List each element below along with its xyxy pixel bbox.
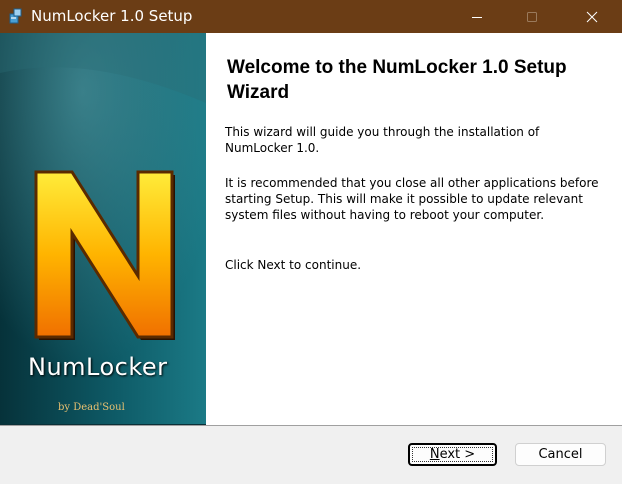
close-button[interactable] [565,0,619,33]
product-name: NumLocker [28,353,168,381]
window-title: NumLocker 1.0 Setup [31,7,193,25]
page-title: Welcome to the NumLocker 1.0 Setup Wizar… [227,57,567,103]
numlocker-logo-mark [34,170,175,340]
maximize-icon [526,11,538,23]
focus-ring [412,447,493,462]
footer-divider [0,425,622,426]
minimize-button[interactable] [450,0,504,33]
close-icon [586,11,598,23]
author-credit: by Dead'Soul [58,402,125,413]
intro-paragraph: This wizard will guide you through the i… [225,125,540,155]
title-bar[interactable]: NumLocker 1.0 Setup [0,0,622,33]
recommendation-paragraph: It is recommended that you close all oth… [225,176,599,222]
wizard-banner: NumLocker by Dead'Soul [0,33,206,426]
cancel-button[interactable]: Cancel [515,443,606,466]
minimize-icon [471,11,483,23]
installer-icon [7,8,23,24]
welcome-panel: Welcome to the NumLocker 1.0 Setup Wizar… [206,33,622,425]
continue-instruction: Click Next to continue. [225,258,362,272]
next-button[interactable]: Next > [408,443,497,466]
setup-window: NumLocker 1.0 Setup NumLocker by Dead'So… [0,0,622,484]
maximize-button [505,0,559,33]
